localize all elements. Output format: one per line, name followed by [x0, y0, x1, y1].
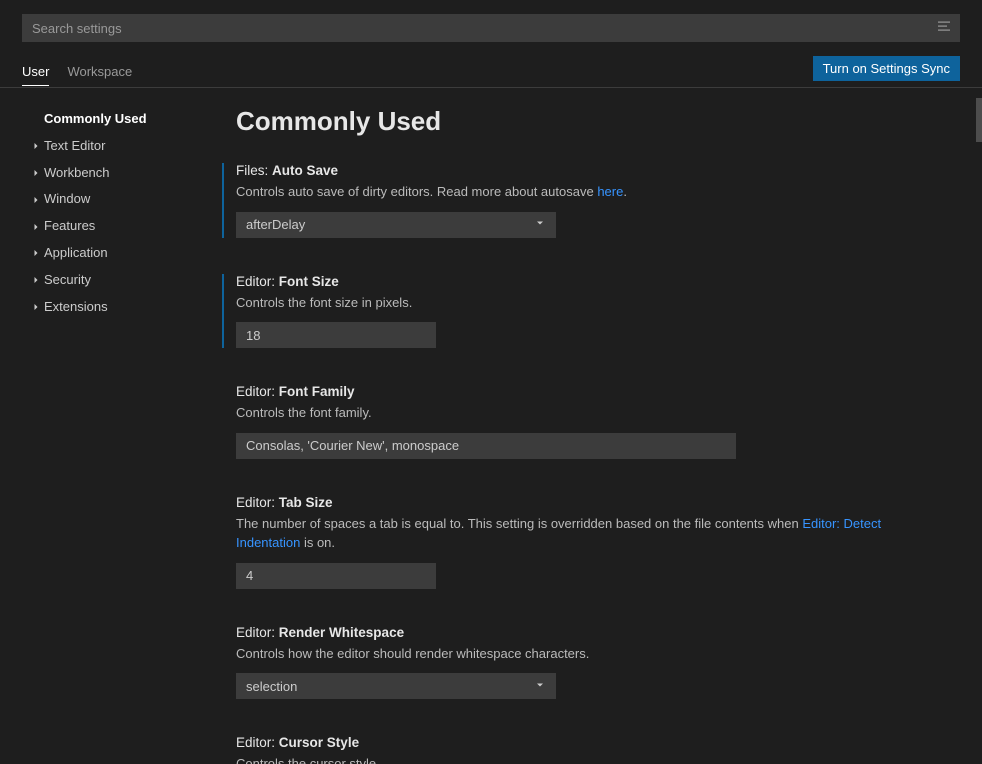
sidebar-item-commonly-used[interactable]: Commonly Used [44, 106, 210, 133]
setting-auto-save: Files: Auto Save Controls auto save of d… [222, 163, 932, 238]
sidebar-item-label: Workbench [44, 163, 110, 184]
sidebar-item-label: Features [44, 216, 95, 237]
chevron-down-icon [534, 679, 546, 694]
setting-title: Editor: Cursor Style [236, 735, 932, 750]
page-title: Commonly Used [236, 106, 932, 137]
chevron-right-icon [28, 274, 44, 286]
setting-title: Editor: Render Whitespace [236, 625, 932, 640]
sidebar-item-security[interactable]: Security [44, 267, 210, 294]
sidebar-item-features[interactable]: Features [44, 213, 210, 240]
sidebar-item-label: Security [44, 270, 91, 291]
setting-description: The number of spaces a tab is equal to. … [236, 514, 932, 553]
sidebar-item-label: Text Editor [44, 136, 105, 157]
sidebar-item-window[interactable]: Window [44, 186, 210, 213]
setting-description: Controls the font family. [236, 403, 932, 423]
autosave-link[interactable]: here [597, 184, 623, 199]
sidebar-item-workbench[interactable]: Workbench [44, 160, 210, 187]
setting-title: Editor: Tab Size [236, 495, 932, 510]
chevron-right-icon [28, 167, 44, 179]
setting-tab-size: Editor: Tab Size The number of spaces a … [236, 495, 932, 589]
chevron-right-icon [28, 301, 44, 313]
chevron-right-icon [28, 140, 44, 152]
sidebar-item-application[interactable]: Application [44, 240, 210, 267]
search-container [0, 10, 982, 48]
scrollbar-thumb[interactable] [976, 98, 982, 142]
setting-description: Controls how the editor should render wh… [236, 644, 932, 664]
settings-sidebar: Commonly Used Text Editor Workbench Wind… [0, 88, 210, 764]
sidebar-item-label: Commonly Used [44, 109, 147, 130]
tab-user[interactable]: User [22, 58, 49, 85]
tab-size-input[interactable] [236, 563, 436, 589]
font-size-input[interactable] [236, 322, 436, 348]
sidebar-item-text-editor[interactable]: Text Editor [44, 133, 210, 160]
sidebar-item-extensions[interactable]: Extensions [44, 294, 210, 321]
setting-title: Editor: Font Family [236, 384, 932, 399]
font-family-input[interactable] [236, 433, 736, 459]
chevron-right-icon [28, 247, 44, 259]
settings-main: Commonly Used Files: Auto Save Controls … [210, 88, 982, 764]
setting-font-family: Editor: Font Family Controls the font fa… [236, 384, 932, 459]
auto-save-select[interactable]: afterDelay [236, 212, 556, 238]
chevron-down-icon [534, 217, 546, 232]
search-input[interactable] [22, 14, 960, 42]
sidebar-item-label: Application [44, 243, 108, 264]
settings-sync-button[interactable]: Turn on Settings Sync [813, 56, 960, 81]
tab-workspace[interactable]: Workspace [67, 58, 132, 85]
chevron-right-icon [28, 221, 44, 233]
sidebar-item-label: Window [44, 189, 90, 210]
render-whitespace-select[interactable]: selection [236, 673, 556, 699]
chevron-right-icon [28, 194, 44, 206]
setting-title: Editor: Font Size [236, 274, 932, 289]
setting-description: Controls the font size in pixels. [236, 293, 932, 313]
setting-font-size: Editor: Font Size Controls the font size… [222, 274, 932, 349]
sidebar-item-label: Extensions [44, 297, 108, 318]
setting-render-whitespace: Editor: Render Whitespace Controls how t… [236, 625, 932, 700]
settings-scope-tabs: User Workspace Turn on Settings Sync [0, 48, 982, 88]
setting-cursor-style: Editor: Cursor Style Controls the cursor… [236, 735, 932, 764]
setting-description: Controls auto save of dirty editors. Rea… [236, 182, 932, 202]
setting-title: Files: Auto Save [236, 163, 932, 178]
